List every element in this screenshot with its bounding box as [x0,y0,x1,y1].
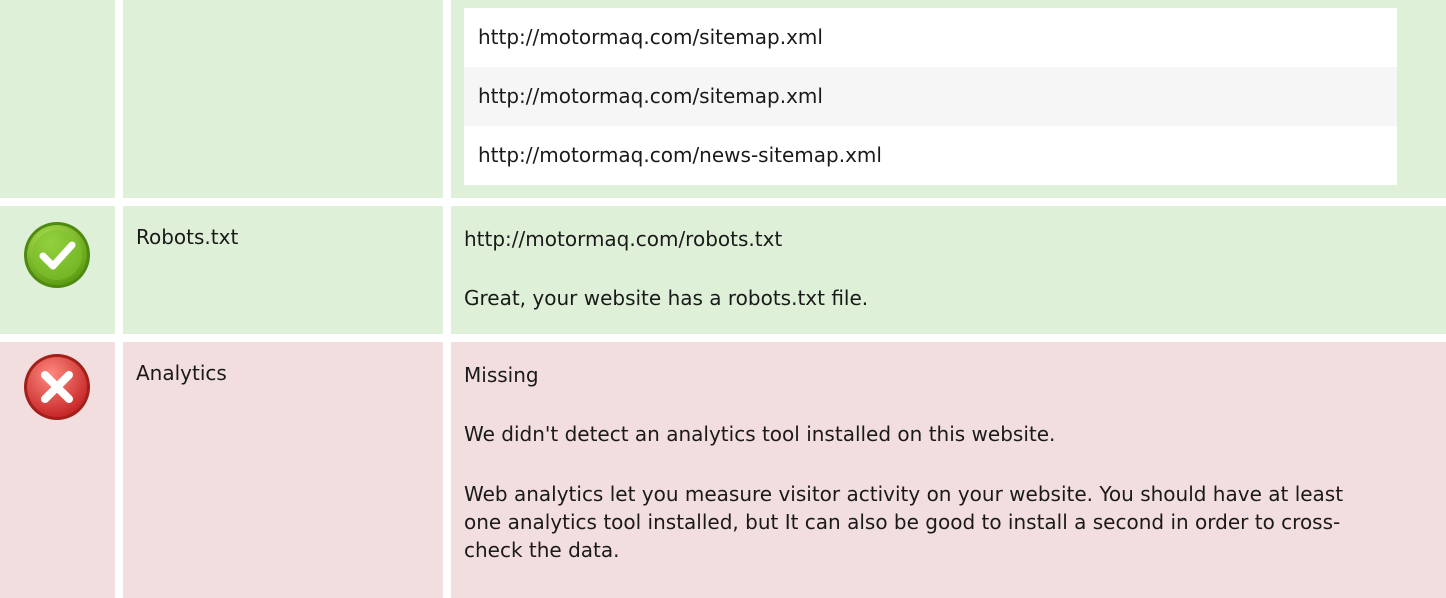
error-x-icon [24,354,90,420]
analytics-row: Analytics Missing We didn't detect an an… [0,342,1446,598]
analytics-advice: Web analytics let you measure visitor ac… [464,482,1344,562]
robots-row: Robots.txt http://motormaq.com/robots.tx… [0,206,1446,334]
analytics-message: We didn't detect an analytics tool insta… [464,422,1056,446]
analytics-status-cell [0,342,115,598]
robots-value-cell: http://motormaq.com/robots.txt Great, yo… [451,206,1446,334]
sitemap-value-cell: http://motormaq.com/sitemap.xml http://m… [451,0,1446,198]
sitemap-row: http://motormaq.com/sitemap.xml http://m… [0,0,1446,198]
robots-label: Robots.txt [136,225,239,249]
sitemap-status-cell [0,0,115,198]
robots-message: Great, your website has a robots.txt fil… [464,286,869,310]
robots-status-cell [0,206,115,334]
sitemap-list: http://motormaq.com/sitemap.xml http://m… [464,8,1397,185]
sitemap-label-cell [123,0,443,198]
analytics-label: Analytics [136,361,227,385]
sitemap-url: http://motormaq.com/sitemap.xml [464,67,1397,126]
check-icon [24,222,90,288]
analytics-label-cell: Analytics [123,342,443,598]
sitemap-url: http://motormaq.com/news-sitemap.xml [464,126,1397,185]
robots-label-cell: Robots.txt [123,206,443,334]
analytics-status: Missing [464,363,539,387]
sitemap-url: http://motormaq.com/sitemap.xml [464,8,1397,67]
analytics-value-cell: Missing We didn't detect an analytics to… [451,342,1446,598]
robots-url: http://motormaq.com/robots.txt [464,227,783,251]
